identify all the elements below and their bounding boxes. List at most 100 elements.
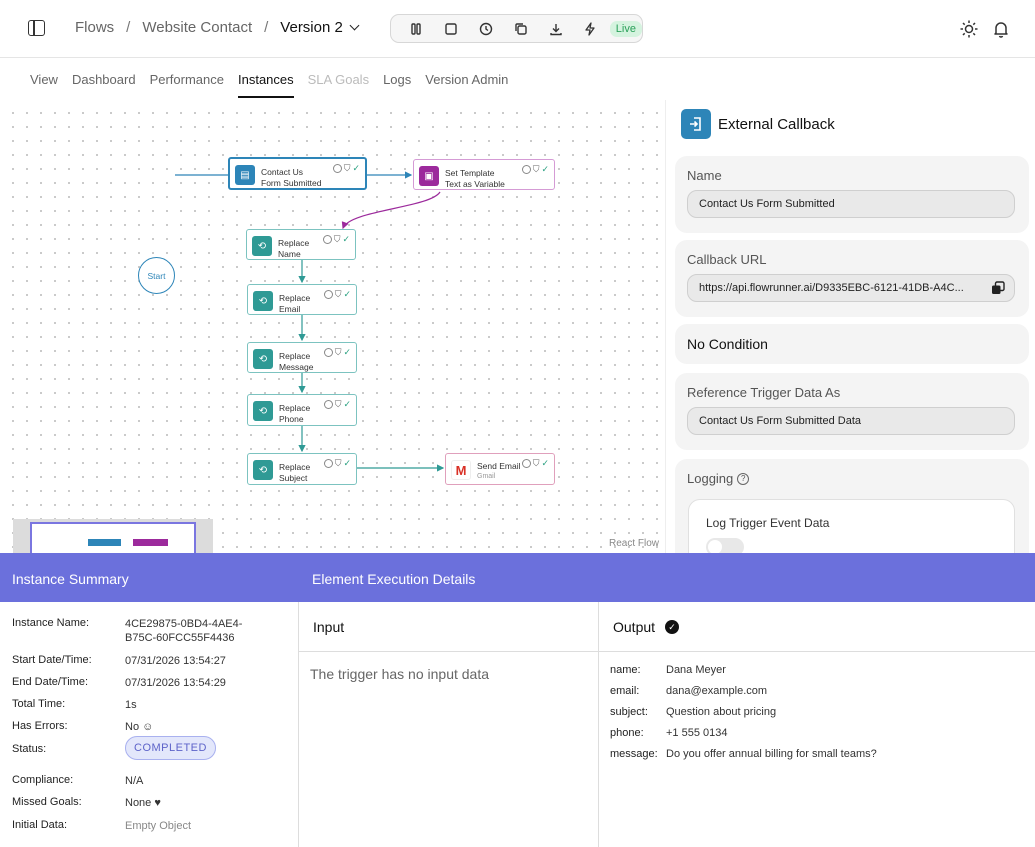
replace-icon: ⟲ — [253, 291, 273, 311]
start-node[interactable]: Start — [138, 257, 175, 294]
callback-url-field[interactable]: https://api.flowrunner.ai/D9335EBC-6121-… — [687, 274, 1015, 302]
status-badge: COMPLETED — [125, 736, 216, 760]
chevron-down-icon[interactable] — [349, 20, 360, 31]
pause-icon[interactable] — [399, 19, 434, 39]
node-status: ⛉ ✓ — [323, 289, 351, 300]
copy-icon[interactable] — [991, 281, 1005, 295]
shield-icon: ⛉ — [333, 234, 341, 244]
breadcrumb-flows[interactable]: Flows — [75, 19, 114, 36]
output-key: message: — [610, 748, 658, 760]
summary-label: Initial Data: — [12, 819, 68, 831]
info-icon — [323, 290, 333, 299]
tab-instances[interactable]: Instances — [237, 58, 294, 100]
output-value: dana@example.com — [666, 685, 768, 697]
shield-icon: ⛉ — [334, 347, 342, 357]
sidebar-toggle-icon[interactable] — [28, 20, 45, 36]
shield-icon: ⛉ — [334, 458, 342, 468]
input-empty-text: The trigger has no input data — [310, 666, 490, 682]
node-status: ⛉ ✓ — [323, 399, 351, 410]
name-field[interactable]: Contact Us Form Submitted — [687, 190, 1015, 218]
help-icon[interactable]: ? — [737, 472, 750, 485]
check-icon: ✓ — [541, 458, 549, 468]
flow-node-contact-form[interactable]: ▤ Contact Us Form Submitted ⛉ ✓ — [228, 157, 367, 190]
replace-icon: ⟲ — [253, 401, 273, 421]
node-status: ⛉ ✓ — [323, 458, 351, 469]
output-value: Dana Meyer — [666, 664, 726, 676]
instance-summary: Instance Name: 4CE29875-0BD4-4AE4-B75C-6… — [0, 602, 299, 847]
tab-version-admin[interactable]: Version Admin — [425, 58, 508, 100]
input-title: Input — [313, 619, 345, 635]
flow-node-replace-name[interactable]: ⟲ Replace Name ⛉ ✓ — [246, 229, 356, 260]
replace-icon: ⟲ — [253, 460, 273, 480]
summary-value: None ♥ — [125, 797, 161, 809]
minimap-node — [133, 539, 168, 546]
breadcrumb-separator: / — [264, 19, 269, 36]
summary-value: No ☺ — [125, 721, 154, 733]
lightning-icon[interactable] — [573, 19, 608, 39]
copy-icon[interactable] — [503, 19, 538, 39]
replace-icon: ⟲ — [253, 349, 273, 369]
history-icon[interactable] — [469, 19, 504, 39]
info-icon — [521, 459, 531, 468]
bell-icon[interactable] — [990, 18, 1012, 40]
summary-label: Compliance: — [12, 774, 74, 786]
flow-node-replace-phone[interactable]: ⟲ Replace Phone ⛉ ✓ — [247, 394, 357, 426]
flow-node-replace-subject[interactable]: ⟲ Replace Subject ⛉ ✓ — [247, 453, 357, 485]
sun-icon[interactable] — [958, 18, 980, 40]
download-icon[interactable] — [538, 19, 573, 39]
callback-url-value: https://api.flowrunner.ai/D9335EBC-6121-… — [699, 282, 964, 294]
name-card: Name Contact Us Form Submitted — [675, 156, 1029, 233]
summary-label: End Date/Time: — [12, 676, 89, 688]
flow-node-replace-message[interactable]: ⟲ Replace Message ⛉ ✓ — [247, 342, 357, 373]
summary-label: Missed Goals: — [12, 796, 82, 808]
reference-field[interactable]: Contact Us Form Submitted Data — [687, 407, 1015, 435]
summary-value: 07/31/2026 13:54:27 — [125, 655, 226, 667]
shield-icon: ⛉ — [334, 289, 342, 299]
tab-logs[interactable]: Logs — [383, 58, 411, 100]
react-flow-attribution[interactable]: React Flow — [609, 538, 659, 549]
summary-value: 1s — [125, 699, 137, 711]
log-trigger-box: Log Trigger Event Data — [688, 499, 1015, 553]
node-sublabel: Gmail — [477, 473, 496, 480]
stop-icon[interactable] — [434, 19, 469, 39]
node-label: Replace Phone — [279, 403, 311, 424]
check-icon: ✓ — [343, 289, 351, 299]
summary-label: Instance Name: — [12, 617, 90, 629]
flow-node-send-email[interactable]: M Send Email Gmail ⛉ ✓ — [445, 453, 555, 485]
flow-node-replace-email[interactable]: ⟲ Replace Email ⛉ ✓ — [247, 284, 357, 315]
logging-card: Logging ? Log Trigger Event Data — [675, 459, 1029, 553]
status-badge-wrap: COMPLETED — [125, 736, 216, 760]
check-icon: ✓ — [352, 163, 360, 173]
node-status: ⛉ ✓ — [322, 234, 350, 245]
element-execution-title: Element Execution Details — [312, 571, 476, 587]
flow-node-set-template[interactable]: ▣ Set Template Text as Variable ⛉ ✓ — [413, 159, 555, 190]
reference-label: Reference Trigger Data As — [687, 385, 841, 400]
condition-card[interactable]: No Condition — [675, 324, 1029, 364]
tab-bar: View Dashboard Performance Instances SLA… — [0, 58, 1035, 100]
log-trigger-toggle[interactable] — [706, 538, 744, 553]
tab-dashboard[interactable]: Dashboard — [72, 58, 136, 100]
output-key: name: — [610, 664, 641, 676]
tab-view[interactable]: View — [30, 58, 58, 100]
node-label: Replace Subject — [279, 462, 311, 483]
info-icon — [323, 400, 333, 409]
bottom-header-bar: Instance Summary Element Execution Detai… — [0, 553, 1035, 602]
node-label: Contact Us Form Submitted — [261, 167, 322, 188]
output-key: subject: — [610, 706, 648, 718]
summary-label: Has Errors: — [12, 720, 68, 732]
version-selector[interactable]: Version 2 — [280, 19, 343, 36]
minimap[interactable] — [13, 519, 213, 553]
tab-performance[interactable]: Performance — [150, 58, 224, 100]
condition-label: No Condition — [687, 336, 768, 352]
flow-canvas[interactable]: Start ▤ Contact Us Form Submitted ⛉ ✓ ▣ S… — [0, 100, 665, 553]
instance-summary-title: Instance Summary — [12, 571, 129, 587]
node-label: Replace Message — [279, 351, 314, 372]
breadcrumb-website-contact[interactable]: Website Contact — [142, 19, 252, 36]
info-icon — [323, 348, 333, 357]
check-circle-icon: ✓ — [665, 620, 679, 634]
output-title: Output — [613, 619, 656, 635]
callback-url-label: Callback URL — [687, 252, 767, 267]
node-status: ⛉ ✓ — [521, 458, 549, 469]
minimap-node — [88, 539, 121, 546]
minimap-viewport[interactable] — [30, 522, 196, 553]
